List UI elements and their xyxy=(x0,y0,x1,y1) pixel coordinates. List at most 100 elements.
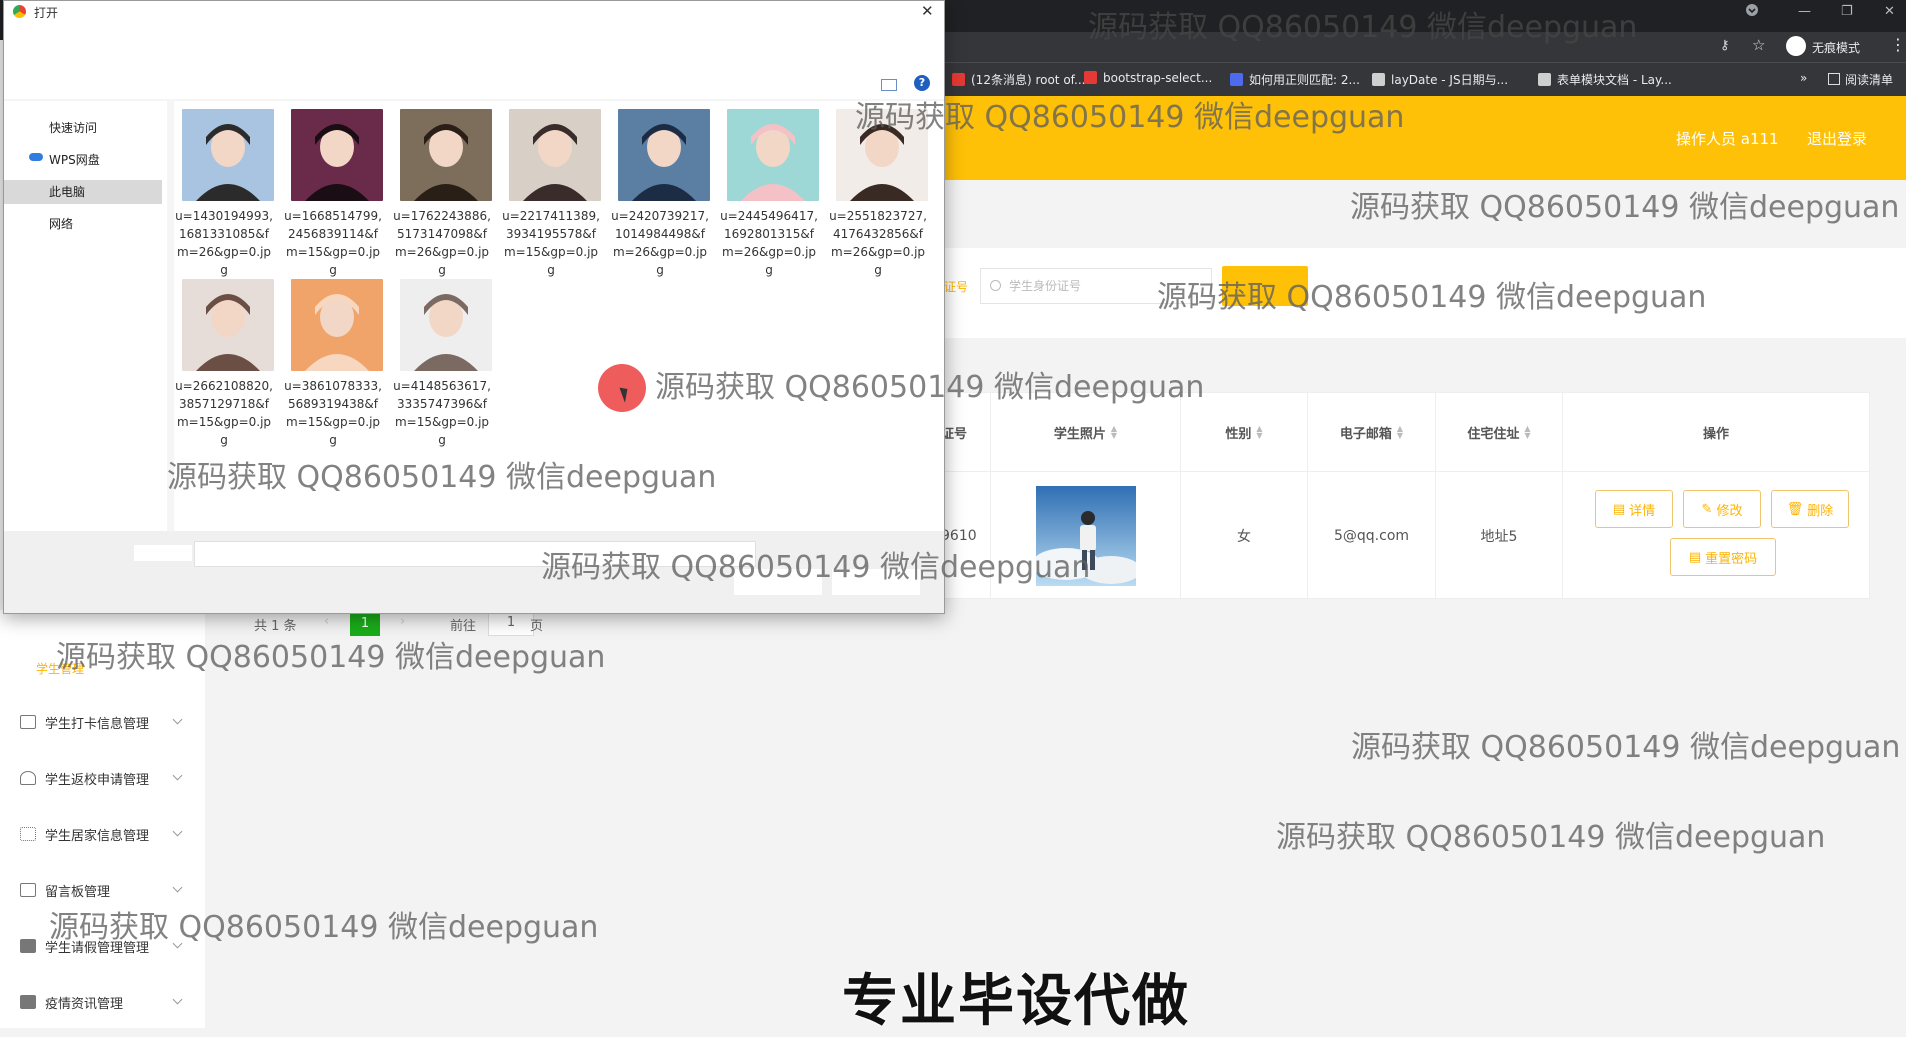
sidebar-item-label: 疫情资讯管理 xyxy=(45,996,124,1012)
edit-icon: ✎ xyxy=(1701,501,1713,517)
bookmark-label: layDate - JS日期与... xyxy=(1391,73,1509,87)
nav-quick-access[interactable]: 快速访问 xyxy=(49,119,97,136)
sort-icon[interactable]: ▲ ▼ xyxy=(1524,425,1530,440)
dialog-titlebar: 打开 ✕ xyxy=(4,1,944,27)
dialog-close-icon[interactable]: ✕ xyxy=(921,2,934,20)
nav-wps-cloud[interactable]: WPS网盘 xyxy=(49,151,100,168)
bookmark-favicon-icon xyxy=(1372,73,1385,86)
edit-button[interactable]: ✎ 修改 xyxy=(1683,490,1761,528)
sidebar-item-home-info[interactable]: 学生居家信息管理 xyxy=(0,814,205,854)
restore-icon[interactable]: ❐ xyxy=(1841,4,1853,19)
cell-gender: 女 xyxy=(1181,471,1308,599)
star-icon[interactable]: ☆ xyxy=(1752,36,1765,54)
trash-icon: 🗑 xyxy=(1786,501,1804,517)
grid-icon xyxy=(20,827,36,841)
minimize-icon[interactable]: — xyxy=(1798,4,1811,19)
file-thumbnail xyxy=(291,109,383,201)
bookmark-favicon-icon xyxy=(1538,73,1551,86)
bookmark-favicon-icon xyxy=(952,73,965,86)
sort-icon[interactable]: ▲ ▼ xyxy=(1397,425,1403,440)
detail-label: 详情 xyxy=(1629,503,1656,519)
sidebar-item-epidemic-news[interactable]: 疫情资讯管理 xyxy=(0,982,205,1022)
reading-list-button[interactable]: 阅读清单 xyxy=(1828,71,1893,88)
delete-button[interactable]: 🗑 删除 xyxy=(1771,490,1849,528)
cell-address-text: 地址5 xyxy=(1480,528,1518,545)
delete-label: 删除 xyxy=(1807,503,1834,519)
search-icon xyxy=(990,280,1001,291)
file-thumbnail xyxy=(400,279,492,371)
chevron-down-icon xyxy=(172,714,183,725)
reading-list-label: 阅读清单 xyxy=(1845,73,1894,87)
sidebar-item-label: 学生居家信息管理 xyxy=(45,828,150,844)
briefcase-icon xyxy=(20,939,36,953)
help-icon[interactable]: ? xyxy=(914,75,930,91)
sidebar-item-return-school[interactable]: 学生返校申请管理 xyxy=(0,758,205,798)
watermark: 源码获取 QQ86050149 微信deepguan xyxy=(1088,10,1638,45)
column-header-label: 住宅住址 xyxy=(1467,426,1520,442)
next-page-icon[interactable]: › xyxy=(400,614,405,629)
bookmark-label: 表单模块文档 - Lay... xyxy=(1557,73,1672,87)
sidebar-item-label: 留言板管理 xyxy=(45,884,111,900)
chevron-down-icon xyxy=(172,882,183,893)
logout-link[interactable]: 退出登录 xyxy=(1807,128,1867,149)
file-name: u=1668514799,2456839114&fm=15&gp=0.jpg xyxy=(284,209,382,277)
nav-this-pc[interactable]: 此电脑 xyxy=(49,183,85,200)
close-window-icon[interactable]: ✕ xyxy=(1884,4,1895,19)
column-header-address[interactable]: 住宅住址 ▲ ▼ xyxy=(1436,393,1563,471)
reading-list-icon xyxy=(1828,73,1840,85)
sort-icon[interactable]: ▲ ▼ xyxy=(1256,425,1262,440)
column-header-label: 性别 xyxy=(1225,426,1252,442)
more-bookmarks-button[interactable]: » xyxy=(1800,71,1807,85)
column-header-actions: 操作 xyxy=(1563,393,1869,471)
cell-email: 5@qq.com xyxy=(1308,471,1436,599)
bookmark-item[interactable]: layDate - JS日期与... xyxy=(1372,71,1508,88)
nav-network[interactable]: 网络 xyxy=(49,215,73,232)
column-header-label: 操作 xyxy=(1702,426,1729,442)
bookmark-favicon-icon xyxy=(1084,71,1097,84)
sort-icon[interactable]: ▲ ▼ xyxy=(1111,425,1117,440)
cell-email-text: 5@qq.com xyxy=(1333,527,1410,544)
watermark: 源码获取 QQ86050149 微信deepguan xyxy=(49,910,599,945)
watermark: 源码获取 QQ86050149 微信deepguan xyxy=(1350,190,1900,225)
file-thumbnail xyxy=(400,109,492,201)
dialog-title: 打开 xyxy=(34,6,59,20)
prev-page-icon[interactable]: ‹ xyxy=(324,614,329,629)
column-header-email[interactable]: 电子邮箱 ▲ ▼ xyxy=(1308,393,1436,471)
monitor-icon xyxy=(20,995,36,1009)
file-name: u=2217411389,3934195578&fm=15&gp=0.jpg xyxy=(502,209,600,277)
reset-password-button[interactable]: ▤ 重置密码 xyxy=(1670,538,1776,576)
key-icon[interactable]: ⚷ xyxy=(1720,38,1730,53)
cell-gender-text: 女 xyxy=(1237,528,1251,545)
watermark: 源码获取 QQ86050149 微信deepguan xyxy=(655,370,1205,405)
sidebar-item-label: 学生打卡信息管理 xyxy=(45,716,150,732)
incognito-label[interactable]: 无痕模式 xyxy=(1812,39,1860,56)
file-thumbnail xyxy=(509,109,601,201)
bookmark-favicon-icon xyxy=(1230,73,1243,86)
chevron-down-icon xyxy=(172,994,183,1005)
search-label-fragment: 证号 xyxy=(944,280,969,294)
bookmark-item[interactable]: 表单模块文档 - Lay... xyxy=(1538,71,1672,88)
watermark: 源码获取 QQ86050149 微信deepguan xyxy=(167,460,717,495)
message-icon xyxy=(20,883,36,897)
kebab-menu-icon[interactable]: ⋮ xyxy=(1890,35,1906,54)
file-thumbnail xyxy=(182,279,274,371)
bookmark-item[interactable]: 如何用正则匹配: 2... xyxy=(1230,71,1360,88)
file-open-dialog: 打开 ✕ ? 快速访问 WPS网盘 此电脑 网络 u=1430194993,16… xyxy=(3,0,945,614)
file-name: u=2420739217,1014984498&fm=26&gp=0.jpg xyxy=(611,209,709,277)
file-name: u=2445496417,1692801315&fm=26&gp=0.jpg xyxy=(720,209,818,277)
detail-button[interactable]: ▤ 详情 xyxy=(1595,490,1673,528)
chevron-down-icon xyxy=(172,770,183,781)
edit-label: 修改 xyxy=(1716,503,1743,519)
preview-pane-icon[interactable] xyxy=(881,79,897,91)
bookmarks-bar: (12条消息) root of... bootstrap-select... 如… xyxy=(940,62,1906,96)
watermark: 源码获取 QQ86050149 微信deepguan xyxy=(56,640,606,675)
incognito-icon xyxy=(1786,36,1806,56)
bookmark-item[interactable]: bootstrap-select... xyxy=(1084,71,1212,85)
profile-menu-icon[interactable] xyxy=(1745,3,1759,21)
filename-label-box xyxy=(134,545,192,561)
operator-label[interactable]: 操作人员 a111 xyxy=(1676,128,1779,149)
dialog-nav-pane: 快速访问 WPS网盘 此电脑 网络 xyxy=(4,101,167,531)
sidebar-item-checkin[interactable]: 学生打卡信息管理 xyxy=(0,702,205,742)
cloud-icon xyxy=(29,153,43,161)
bookmark-item[interactable]: (12条消息) root of... xyxy=(952,71,1085,88)
